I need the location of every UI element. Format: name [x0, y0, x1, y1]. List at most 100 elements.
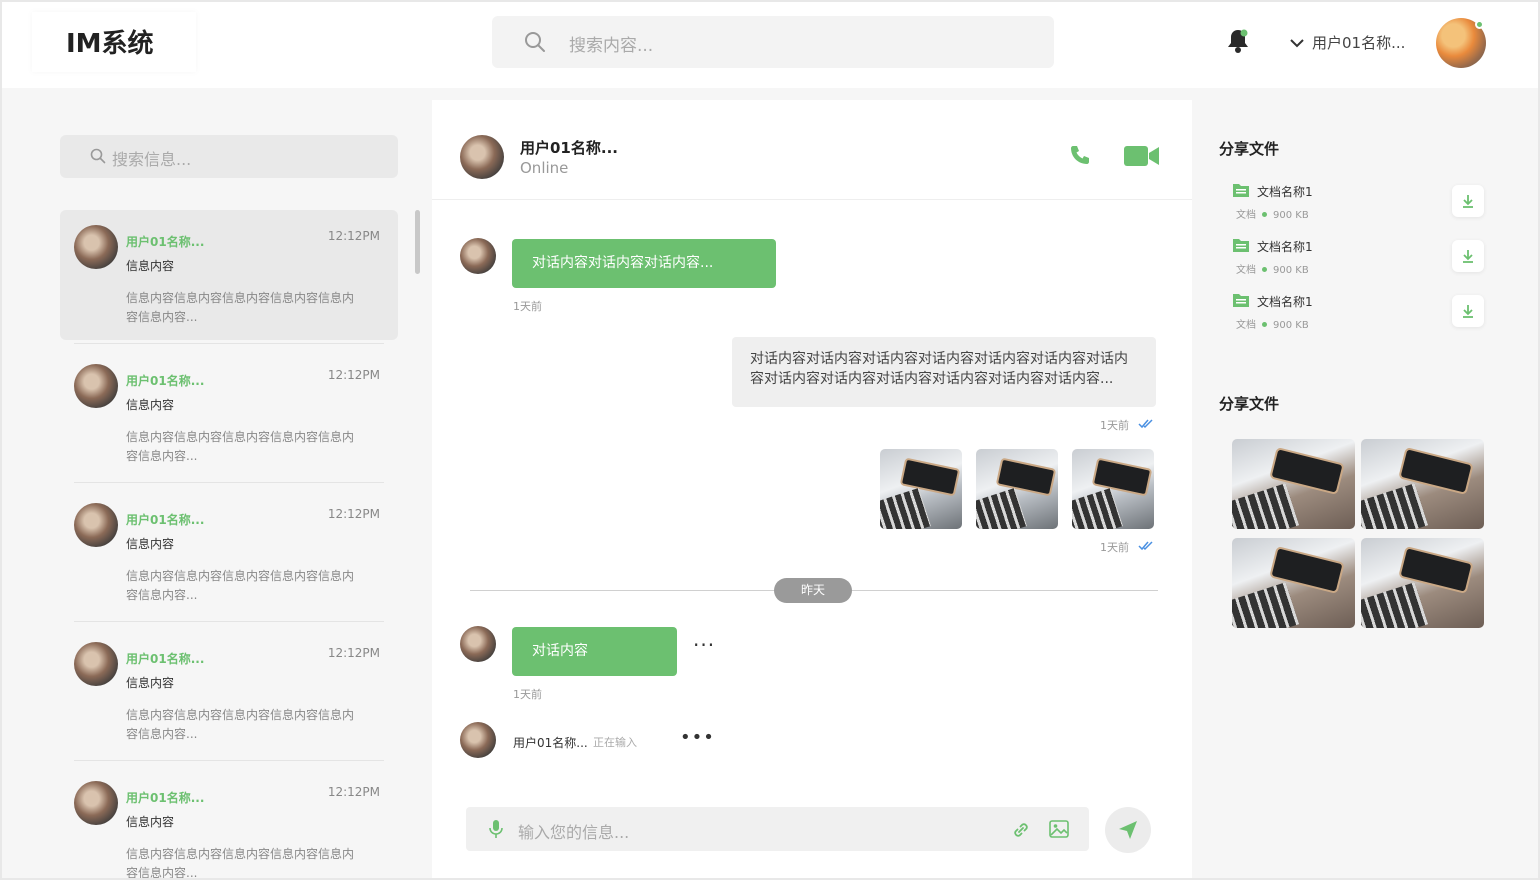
shared-image[interactable] [1361, 439, 1484, 529]
user-menu-dropdown[interactable]: 用户01名称... [1290, 32, 1405, 53]
global-search-input[interactable]: 搜索内容... [492, 16, 1054, 68]
chevron-down-icon [1290, 38, 1304, 47]
divider [74, 482, 384, 483]
download-icon [1463, 305, 1473, 318]
conversation-name: 用户01名称... [126, 235, 205, 249]
divider [74, 760, 384, 761]
divider [74, 343, 384, 344]
top-header: IM系统 搜索内容... 用户01名称... [2, 2, 1538, 88]
avatar [74, 225, 118, 269]
download-button[interactable] [1452, 185, 1484, 217]
conversation-preview: 信息内容信息内容信息内容信息内容信息内容信息内容... [126, 708, 355, 741]
divider [74, 621, 384, 622]
search-icon [90, 148, 106, 164]
avatar [460, 722, 496, 758]
double-check-icon [1138, 541, 1153, 551]
conversation-item[interactable]: 用户01名称... 12:12PM 信息内容 信息内容信息内容信息内容信息内容信… [60, 343, 398, 479]
file-meta: 文档 900 KB [1236, 316, 1309, 331]
shared-image[interactable] [1232, 538, 1355, 628]
file-meta: 文档 900 KB [1236, 261, 1309, 276]
conversation-list: 用户01名称... 12:12PM 信息内容 信息内容信息内容信息内容信息内容信… [60, 210, 398, 878]
conversation-item[interactable]: 用户01名称... 12:12PM 信息内容 信息内容信息内容信息内容信息内容信… [60, 482, 398, 618]
download-icon [1463, 195, 1473, 208]
send-button[interactable] [1105, 807, 1151, 853]
image-thumbnail[interactable] [880, 449, 962, 529]
folder-icon [1233, 184, 1249, 197]
video-camera-icon[interactable] [1124, 145, 1160, 167]
conversation-time: 12:12PM [327, 507, 380, 521]
conversation-search-input[interactable]: 搜索信息... [60, 135, 398, 178]
avatar [74, 364, 118, 408]
file-type: 文档 [1236, 210, 1256, 221]
attachment-link-icon[interactable] [1011, 820, 1031, 840]
avatar [460, 238, 496, 274]
avatar [74, 503, 118, 547]
bell-icon[interactable] [1226, 28, 1250, 54]
file-type: 文档 [1236, 320, 1256, 331]
phone-icon[interactable] [1068, 143, 1092, 167]
conversation-item[interactable]: 用户01名称... 12:12PM 信息内容 信息内容信息内容信息内容信息内容信… [60, 210, 398, 340]
message-bubble: 对话内容 [512, 627, 677, 676]
shared-images-title: 分享文件 [1219, 395, 1280, 413]
message-time: 1天前 [513, 300, 542, 313]
conversation-time: 12:12PM [327, 785, 380, 799]
conversation-name: 用户01名称... [126, 513, 205, 527]
app-logo: IM系统 [32, 12, 196, 72]
image-thumbnail[interactable] [976, 449, 1058, 529]
conversation-preview: 信息内容信息内容信息内容信息内容信息内容信息内容... [126, 569, 355, 602]
file-size: 900 KB [1273, 210, 1309, 221]
conversation-subtitle: 信息内容 [126, 398, 175, 412]
microphone-icon[interactable] [488, 819, 504, 839]
file-name: 文档名称1 [1257, 185, 1313, 199]
sidebar-scrollbar[interactable] [415, 210, 420, 274]
typing-user-name: 用户01名称... [513, 736, 588, 750]
file-name: 文档名称1 [1257, 240, 1313, 254]
contact-status: Online [520, 159, 569, 177]
conversation-subtitle: 信息内容 [126, 815, 175, 829]
conversation-subtitle: 信息内容 [126, 537, 175, 551]
conversation-item[interactable]: 用户01名称... 12:12PM 信息内容 信息内容信息内容信息内容信息内容信… [60, 621, 398, 757]
online-indicator [1475, 20, 1484, 29]
conversation-preview: 信息内容信息内容信息内容信息内容信息内容信息内容... [126, 291, 355, 324]
file-size: 900 KB [1273, 265, 1309, 276]
message-time: 1天前 [1100, 541, 1129, 554]
image-upload-icon[interactable] [1049, 820, 1069, 838]
image-thumbnail[interactable] [1072, 449, 1154, 529]
avatar[interactable] [460, 135, 504, 179]
avatar [460, 626, 496, 662]
conversation-time: 12:12PM [327, 368, 380, 382]
file-name: 文档名称1 [1257, 295, 1313, 309]
conversation-preview: 信息内容信息内容信息内容信息内容信息内容信息内容... [126, 430, 355, 463]
conversation-item[interactable]: 用户01名称... 12:12PM 信息内容 信息内容信息内容信息内容信息内容信… [60, 760, 398, 878]
typing-indicator-icon: ••• [680, 727, 715, 748]
download-button[interactable] [1452, 295, 1484, 327]
user-menu-name: 用户01名称... [1312, 34, 1406, 52]
shared-files-title: 分享文件 [1219, 140, 1280, 158]
message-input[interactable]: 输入您的信息... [466, 807, 1089, 851]
message-time: 1天前 [1100, 419, 1129, 432]
avatar[interactable] [1436, 18, 1486, 68]
message-bubble: 对话内容对话内容对话内容对话内容对话内容对话内容对话内容对话内容对话内容对话内容… [732, 337, 1156, 407]
global-search-placeholder: 搜索内容... [569, 36, 654, 56]
download-button[interactable] [1452, 240, 1484, 272]
typing-status: 正在输入 [593, 736, 637, 749]
shared-file-item[interactable]: 文档名称1 文档 900 KB [1232, 292, 1492, 338]
message-input-placeholder: 输入您的信息... [518, 823, 630, 842]
contact-name: 用户01名称... [520, 139, 618, 157]
avatar [74, 781, 118, 825]
conversation-search-placeholder: 搜索信息... [112, 150, 192, 169]
message-time: 1天前 [513, 688, 542, 701]
more-options-icon[interactable]: ··· [693, 633, 715, 657]
conversation-name: 用户01名称... [126, 652, 205, 666]
file-type: 文档 [1236, 265, 1256, 276]
shared-file-item[interactable]: 文档名称1 文档 900 KB [1232, 182, 1492, 228]
chat-header: 用户01名称... Online [432, 100, 1192, 200]
shared-file-item[interactable]: 文档名称1 文档 900 KB [1232, 237, 1492, 283]
shared-image[interactable] [1361, 538, 1484, 628]
conversation-name: 用户01名称... [126, 374, 205, 388]
shared-image[interactable] [1232, 439, 1355, 529]
folder-icon [1233, 294, 1249, 307]
folder-icon [1233, 239, 1249, 252]
avatar [74, 642, 118, 686]
search-icon [525, 32, 545, 52]
